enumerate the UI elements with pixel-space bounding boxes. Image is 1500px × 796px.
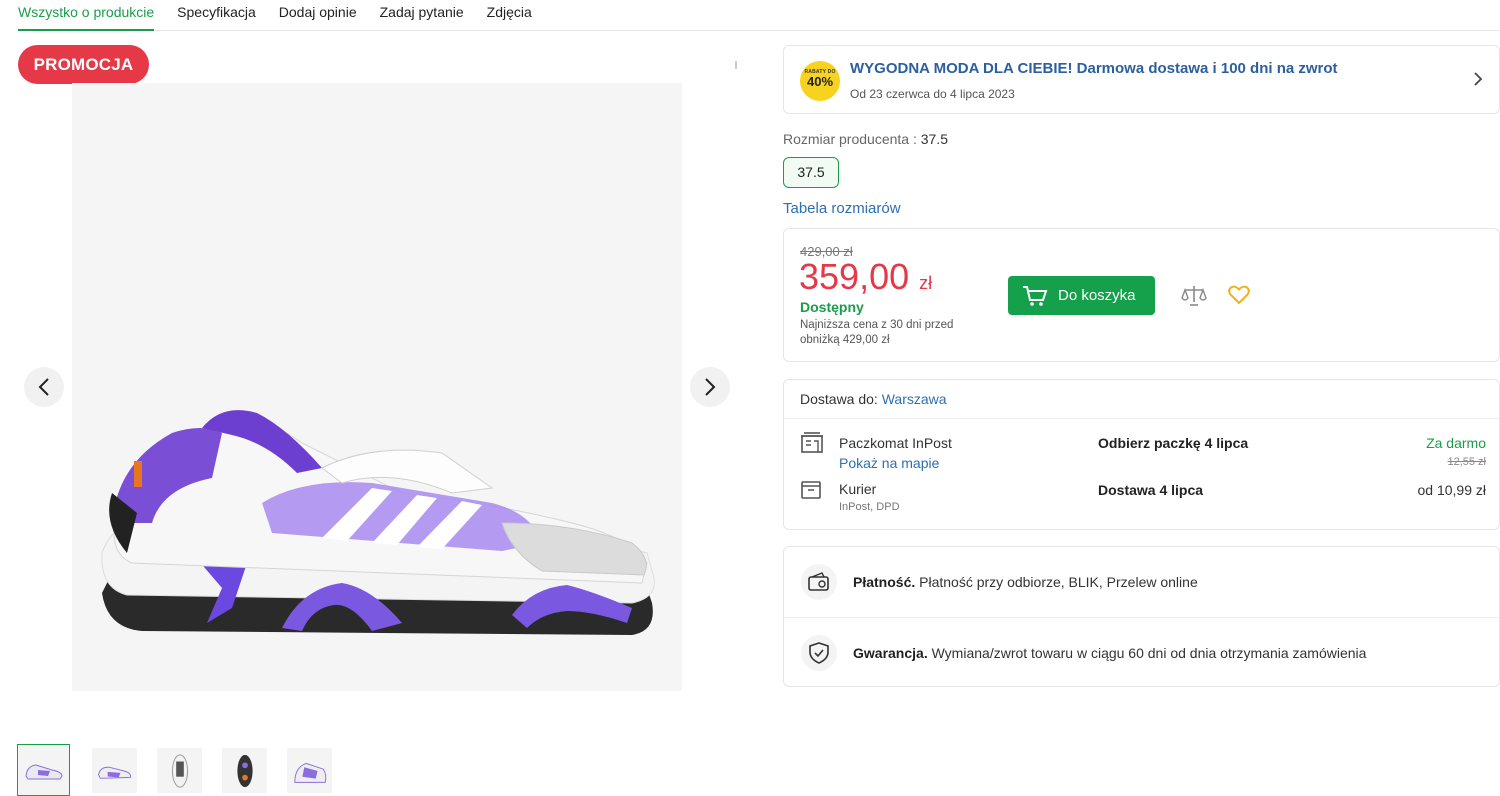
delivery-option-old-price: 12,55 zł [1447,456,1486,468]
delivery-panel: Dostawa do: Warszawa Paczkomat InPost Po… [783,379,1500,530]
courier-box-icon [801,481,821,499]
discount-badge-percent: 40% [806,74,834,89]
gallery-next-button[interactable] [690,367,730,407]
heart-icon[interactable] [1228,285,1250,305]
sneaker-thumbnail-angle [97,766,131,779]
payment-info: Płatność. Płatność przy odbiorze, BLIK, … [853,574,1198,590]
promo-banner[interactable]: RABATY DO 40% WYGODNA MODA DLA CIEBIE! D… [783,45,1500,114]
thumbnail-1[interactable] [17,744,70,796]
tab-add-review[interactable]: Dodaj opinie [279,0,357,31]
chevron-right-icon[interactable] [1473,71,1483,87]
gallery-indicator [735,61,737,69]
product-tabs: Wszystko o produkcie Specyfikacja Dodaj … [18,0,1500,31]
add-to-cart-label: Do koszyka [1058,287,1136,304]
gallery-prev-button[interactable] [24,367,64,407]
promo-banner-dates: Od 23 czerwca do 4 lipca 2023 [850,87,1015,101]
current-price-currency: zł [919,273,933,293]
chevron-right-icon [705,378,716,396]
info-panel: Płatność. Płatność przy odbiorze, BLIK, … [783,546,1500,687]
cart-icon [1023,285,1048,306]
size-label-text: Rozmiar producenta [783,131,910,147]
discount-badge: RABATY DO 40% [800,61,840,101]
delivery-option-name: Paczkomat InPost [839,435,952,451]
delivery-option-carriers: InPost, DPD [839,501,900,513]
thumbnail-4[interactable] [222,748,267,793]
size-option-selected[interactable]: 37.5 [783,157,839,188]
tab-all-about-product[interactable]: Wszystko o produkcie [18,0,155,31]
price-panel: 429,00 zł 359,00 zł Dostępny Najniższa c… [783,228,1500,362]
size-table-link[interactable]: Tabela rozmiarów [783,200,901,217]
main-product-image[interactable] [72,83,682,691]
thumbnail-3[interactable] [157,748,202,793]
delivery-option-name: Kurier [839,481,877,497]
promo-banner-title[interactable]: WYGODNA MODA DLA CIEBIE! Darmowa dostawa… [850,60,1338,77]
delivery-option-price: od 10,99 zł [1417,482,1487,498]
tab-specification[interactable]: Specyfikacja [177,0,256,31]
delivery-option-date: Odbierz paczkę 4 lipca [1098,435,1249,451]
promo-badge: PROMOCJA [18,45,149,84]
delivery-option-date: Dostawa 4 lipca [1098,482,1204,498]
chevron-left-icon [38,378,49,396]
current-price: 359,00 zł [799,257,932,303]
thumbnail-5[interactable] [287,748,332,793]
wallet-icon [801,564,837,600]
warranty-title: Gwarancja. [853,644,928,661]
sneaker-thumbnail-pair [293,762,326,783]
lowest-price-note: Najniższa cena z 30 dni przed obniżką 42… [800,319,954,346]
sneaker-thumbnail-top [171,753,188,788]
sneaker-image [101,410,655,635]
warranty-text: Wymiana/zwrot towaru w ciągu 60 dni od d… [931,644,1367,661]
tab-photos[interactable]: Zdjęcia [487,0,532,31]
sneaker-thumbnail-side [24,764,63,780]
thumbnail-2[interactable] [92,748,137,793]
availability-status: Dostępny [800,299,864,315]
shield-check-icon [801,634,837,671]
delivery-header-label: Dostawa do: [800,391,878,407]
compare-icon[interactable] [1181,284,1207,308]
payment-row: Płatność. Płatność przy odbiorze, BLIK, … [784,547,1499,617]
size-value: 37.5 [920,131,948,147]
tab-ask-question[interactable]: Zadaj pytanie [380,0,464,31]
thumbnail-strip [17,744,332,796]
delivery-city-link[interactable]: Warszawa [882,391,947,407]
current-price-value: 359,00 [799,256,910,297]
sneaker-thumbnail-sole [236,754,253,787]
divider [784,418,1499,419]
delivery-header: Dostawa do: Warszawa [800,391,947,407]
warranty-row: Gwarancja. Wymiana/zwrot towaru w ciągu … [784,617,1499,687]
parcel-locker-icon [801,432,823,453]
payment-text: Płatność przy odbiorze, BLIK, Przelew on… [919,574,1198,590]
show-on-map-link[interactable]: Pokaż na mapie [839,455,939,471]
delivery-option-price: Za darmo [1426,435,1486,451]
add-to-cart-button[interactable]: Do koszyka [1008,276,1155,315]
size-label: Rozmiar producenta : 37.5 [783,131,948,147]
warranty-info: Gwarancja. Wymiana/zwrot towaru w ciągu … [853,645,1366,661]
payment-title: Płatność. [853,574,916,590]
